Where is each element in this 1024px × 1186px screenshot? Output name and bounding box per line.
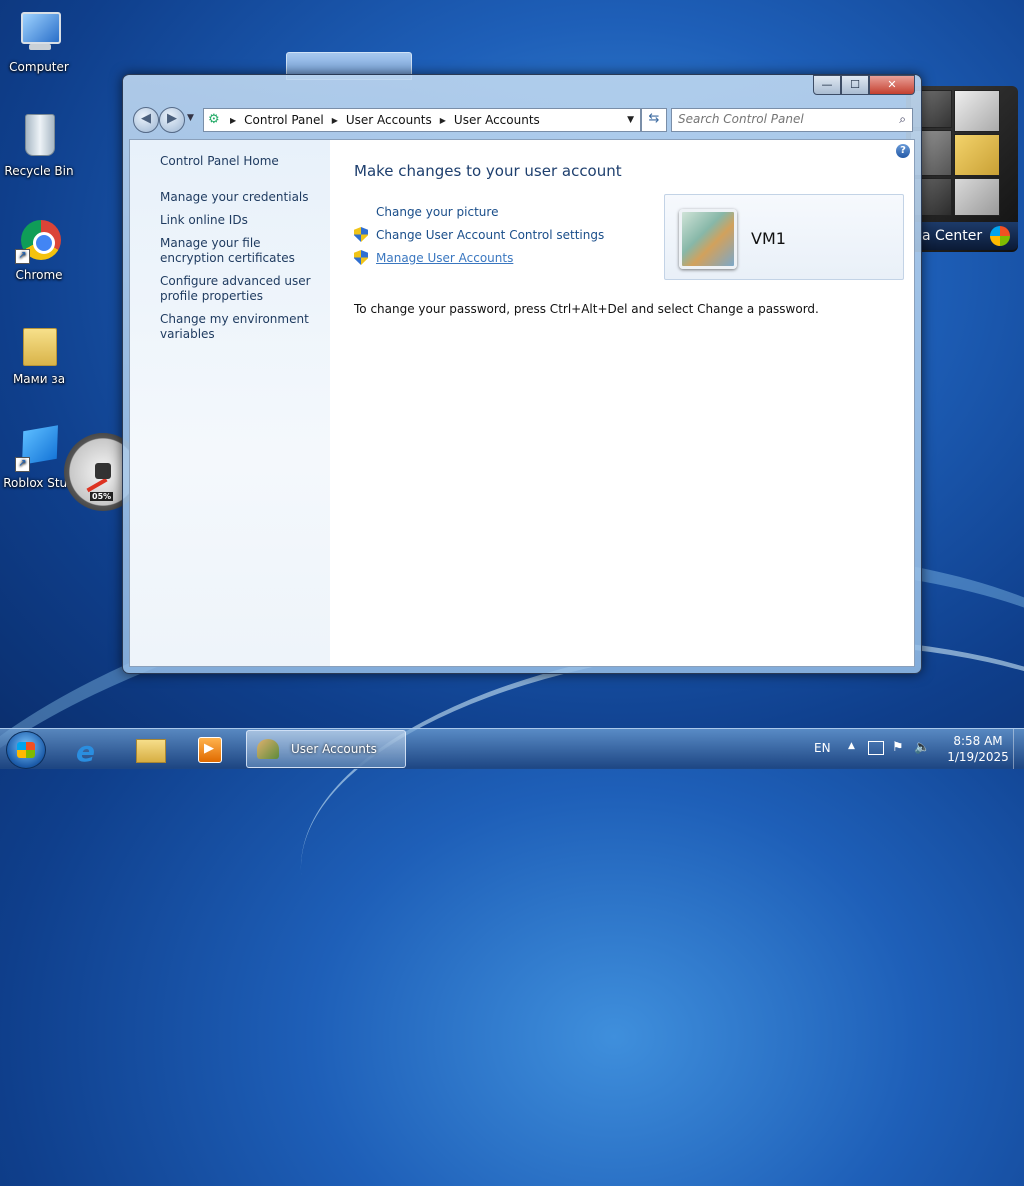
- search-icon[interactable]: ⌕: [899, 112, 906, 127]
- task-list: Change your picture Change User Account …: [354, 200, 604, 269]
- back-button[interactable]: ◀: [133, 107, 159, 133]
- file-explorer-icon: [136, 739, 166, 763]
- window-client-area: Control Panel Home Manage your credentia…: [129, 139, 915, 667]
- desktop-icon-label: Recycle Bin: [4, 164, 74, 178]
- gauge-needle: [86, 477, 108, 493]
- user-name: VM1: [751, 229, 786, 248]
- forward-button[interactable]: ▶: [159, 107, 185, 133]
- cpu-percentage: 05%: [90, 492, 114, 501]
- explorer-taskbar-button[interactable]: [122, 731, 176, 767]
- media-player-icon: [198, 737, 222, 763]
- advanced-profile-properties-link[interactable]: Configure advanced user profile properti…: [160, 274, 320, 304]
- desktop-icon-recycle-bin[interactable]: Recycle Bin: [0, 112, 78, 178]
- desktop-icon-label: Computer: [9, 60, 69, 74]
- computer-icon: [15, 8, 63, 56]
- folder-icon: [15, 320, 63, 368]
- manage-credentials-link[interactable]: Manage your credentials: [160, 190, 320, 205]
- navigation-bar: ◀ ▶ ▼ ⚙ ▶ Control Panel ▶ User Accounts …: [131, 105, 913, 133]
- uac-shield-icon: [354, 250, 368, 265]
- search-box[interactable]: ⌕: [671, 108, 913, 132]
- user-accounts-window[interactable]: — ☐ ✕ ◀ ▶ ▼ ⚙ ▶ Control Panel ▶ User Acc…: [122, 74, 922, 674]
- chrome-icon: ↗: [15, 216, 63, 264]
- page-title: Make changes to your user account: [354, 162, 622, 180]
- caption-buttons: — ☐ ✕: [813, 75, 915, 95]
- left-pane-links: Manage your credentials Link online IDs …: [160, 190, 320, 350]
- file-encryption-certificates-link[interactable]: Manage your file encryption certificates: [160, 236, 320, 266]
- desktop-icon-chrome[interactable]: ↗ Chrome: [0, 216, 78, 282]
- windows-logo-icon: [17, 742, 35, 758]
- change-picture-link[interactable]: Change your picture: [354, 200, 604, 223]
- breadcrumb-user-accounts[interactable]: User Accounts: [346, 113, 432, 127]
- user-tile: VM1: [664, 194, 904, 280]
- user-accounts-icon: [257, 739, 279, 759]
- desktop-icon-label: Chrome: [15, 268, 63, 282]
- breadcrumb-separator[interactable]: ▶: [440, 116, 446, 125]
- breadcrumb-control-panel[interactable]: Control Panel: [244, 113, 324, 127]
- close-button[interactable]: ✕: [869, 75, 915, 95]
- action-center-flag-icon[interactable]: ⚑: [892, 740, 904, 755]
- clock-date: 1/19/2025: [947, 750, 1009, 764]
- minimize-button[interactable]: —: [813, 75, 841, 95]
- taskbar: e User Accounts EN ▲ ⚑ 🔈 8:58 AM 1/19/20…: [0, 728, 1024, 769]
- control-panel-home-link[interactable]: Control Panel Home: [160, 154, 279, 168]
- windows-orb-icon: [990, 226, 1010, 246]
- manage-user-accounts-link[interactable]: Manage User Accounts: [354, 246, 604, 269]
- media-player-taskbar-button[interactable]: [182, 731, 236, 767]
- network-icon[interactable]: [868, 741, 884, 755]
- maximize-button[interactable]: ☐: [841, 75, 869, 95]
- password-instructions: To change your password, press Ctrl+Alt+…: [354, 302, 819, 316]
- control-panel-icon: ⚙: [208, 112, 220, 127]
- internet-explorer-taskbar-button[interactable]: e: [62, 731, 116, 768]
- volume-icon[interactable]: 🔈: [914, 740, 930, 755]
- help-icon[interactable]: ?: [896, 144, 910, 158]
- breadcrumb-separator[interactable]: ▶: [230, 116, 236, 125]
- breadcrumb-user-accounts-current[interactable]: User Accounts: [454, 113, 540, 127]
- show-desktop-button[interactable]: [1013, 729, 1024, 769]
- media-center-label[interactable]: a Center: [906, 222, 1018, 250]
- shortcut-arrow-icon: ↗: [15, 249, 30, 264]
- user-avatar[interactable]: [679, 209, 737, 269]
- uac-shield-icon: [354, 227, 368, 242]
- clock-time: 8:58 AM: [953, 734, 1003, 748]
- start-button[interactable]: [6, 731, 46, 769]
- main-content: ? Make changes to your user account Chan…: [330, 140, 914, 666]
- internet-explorer-icon: e: [76, 735, 95, 768]
- clock[interactable]: 8:58 AM 1/19/2025: [942, 733, 1014, 765]
- address-dropdown-icon[interactable]: ▼: [627, 115, 634, 125]
- address-bar[interactable]: ⚙ ▶ Control Panel ▶ User Accounts ▶ User…: [203, 108, 641, 132]
- language-indicator[interactable]: EN: [814, 741, 831, 755]
- breadcrumb-separator[interactable]: ▶: [332, 116, 338, 125]
- environment-variables-link[interactable]: Change my environment variables: [160, 312, 320, 342]
- uac-settings-link[interactable]: Change User Account Control settings: [354, 223, 604, 246]
- media-tile: [954, 90, 1000, 132]
- desktop-icon-label: Мами за: [12, 372, 66, 386]
- search-input[interactable]: [672, 109, 888, 129]
- recent-pages-dropdown[interactable]: ▼: [187, 113, 194, 123]
- gauge-hub: [95, 463, 111, 479]
- shortcut-arrow-icon: ↗: [15, 457, 30, 472]
- media-tile: [954, 178, 1000, 216]
- left-task-pane: Control Panel Home Manage your credentia…: [130, 140, 330, 666]
- desktop-icon-computer[interactable]: Computer: [0, 8, 78, 74]
- desktop-icon-folder[interactable]: Мами за: [0, 320, 78, 386]
- refresh-button[interactable]: ⇆: [641, 108, 667, 132]
- roblox-studio-icon: ↗: [15, 424, 63, 472]
- media-tile: [954, 134, 1000, 176]
- link-online-ids-link[interactable]: Link online IDs: [160, 213, 320, 228]
- recycle-bin-icon: [15, 112, 63, 160]
- show-hidden-icons-button[interactable]: ▲: [848, 741, 855, 751]
- user-accounts-taskbar-button[interactable]: User Accounts: [246, 730, 406, 768]
